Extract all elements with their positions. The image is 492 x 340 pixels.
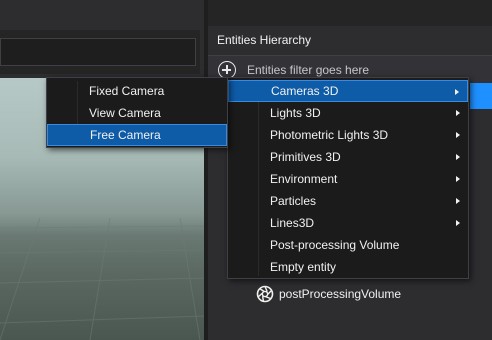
add-entity-context-menu: Cameras 3D Lights 3D Photometric Lights … — [227, 77, 469, 279]
submenu-arrow-icon — [456, 176, 460, 182]
menu-item-photometric-lights-3d[interactable]: Photometric Lights 3D — [228, 124, 468, 146]
submenu-arrow-icon — [455, 89, 459, 95]
submenu-arrow-icon — [456, 154, 460, 160]
menu-item-label: Lines3D — [270, 216, 315, 230]
menu-item-environment[interactable]: Environment — [228, 168, 468, 190]
cameras-submenu: Fixed Camera View Camera Free Camera — [46, 77, 228, 148]
menu-item-cameras-3d[interactable]: Cameras 3D — [228, 80, 468, 102]
viewport-toolbar-field[interactable] — [0, 38, 196, 66]
submenu-arrow-icon — [456, 198, 460, 204]
menu-item-label: Cameras 3D — [271, 84, 339, 98]
menu-item-lines3d[interactable]: Lines3D — [228, 212, 468, 234]
menu-item-label: View Camera — [89, 106, 161, 120]
menu-item-primitives-3d[interactable]: Primitives 3D — [228, 146, 468, 168]
menu-item-label: Free Camera — [90, 128, 161, 142]
menu-item-view-camera[interactable]: View Camera — [47, 102, 227, 124]
menu-item-empty-entity[interactable]: Empty entity — [228, 256, 468, 278]
menu-item-lights-3d[interactable]: Lights 3D — [228, 102, 468, 124]
menu-item-label: Photometric Lights 3D — [270, 128, 389, 142]
menu-item-label: Empty entity — [270, 260, 337, 274]
menu-item-fixed-camera[interactable]: Fixed Camera — [47, 80, 227, 102]
menu-item-label: Fixed Camera — [89, 84, 165, 98]
panel-title: Entities Hierarchy — [217, 33, 312, 47]
menu-item-post-processing-volume[interactable]: Post-processing Volume — [228, 234, 468, 256]
menu-item-label: Lights 3D — [270, 106, 321, 120]
aperture-icon — [256, 285, 274, 303]
menu-item-label: Post-processing Volume — [270, 238, 400, 252]
submenu-arrow-icon — [456, 220, 460, 226]
menu-item-label: Particles — [270, 194, 317, 208]
submenu-arrow-icon — [456, 132, 460, 138]
menu-item-particles[interactable]: Particles — [228, 190, 468, 212]
hierarchy-item-label: postProcessingVolume — [279, 287, 402, 301]
scene-viewport-panel — [0, 0, 207, 340]
menu-item-label: Primitives 3D — [270, 150, 341, 164]
menu-item-free-camera[interactable]: Free Camera — [47, 124, 227, 146]
hierarchy-item[interactable]: postProcessingVolume — [256, 284, 401, 304]
submenu-arrow-icon — [456, 110, 460, 116]
panel-tab-strip — [208, 0, 492, 26]
viewport-toolbar — [0, 30, 200, 74]
menu-item-label: Environment — [270, 172, 338, 186]
selected-row-highlight[interactable] — [470, 83, 492, 109]
entities-filter-input[interactable]: Entities filter goes here — [247, 63, 369, 77]
